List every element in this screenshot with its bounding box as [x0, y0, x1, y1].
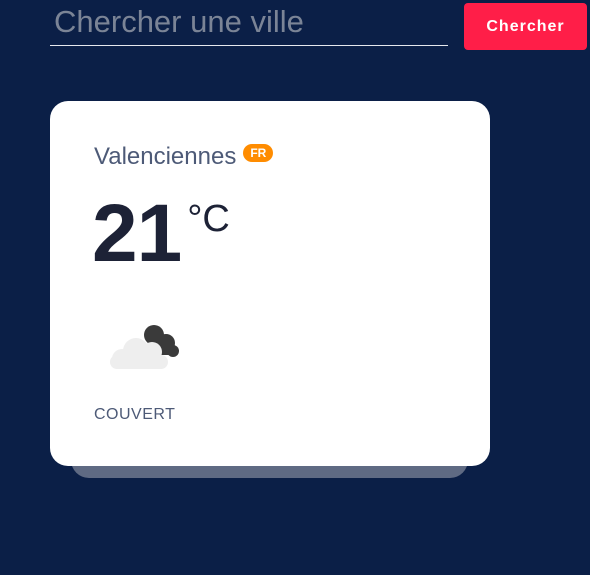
temperature-row: 21 °C	[92, 189, 230, 279]
weather-card: Valenciennes FR 21 °C COUVERT	[50, 101, 490, 466]
country-badge: FR	[243, 144, 274, 162]
temperature-unit: °C	[187, 198, 230, 240]
city-row: Valenciennes FR	[94, 143, 274, 171]
overcast-clouds-icon	[108, 321, 182, 371]
weather-condition: COUVERT	[94, 406, 176, 423]
search-input[interactable]	[50, 2, 448, 46]
search-button[interactable]: Chercher	[464, 3, 587, 50]
city-name: Valenciennes	[94, 143, 237, 170]
temperature-value: 21	[92, 188, 182, 279]
